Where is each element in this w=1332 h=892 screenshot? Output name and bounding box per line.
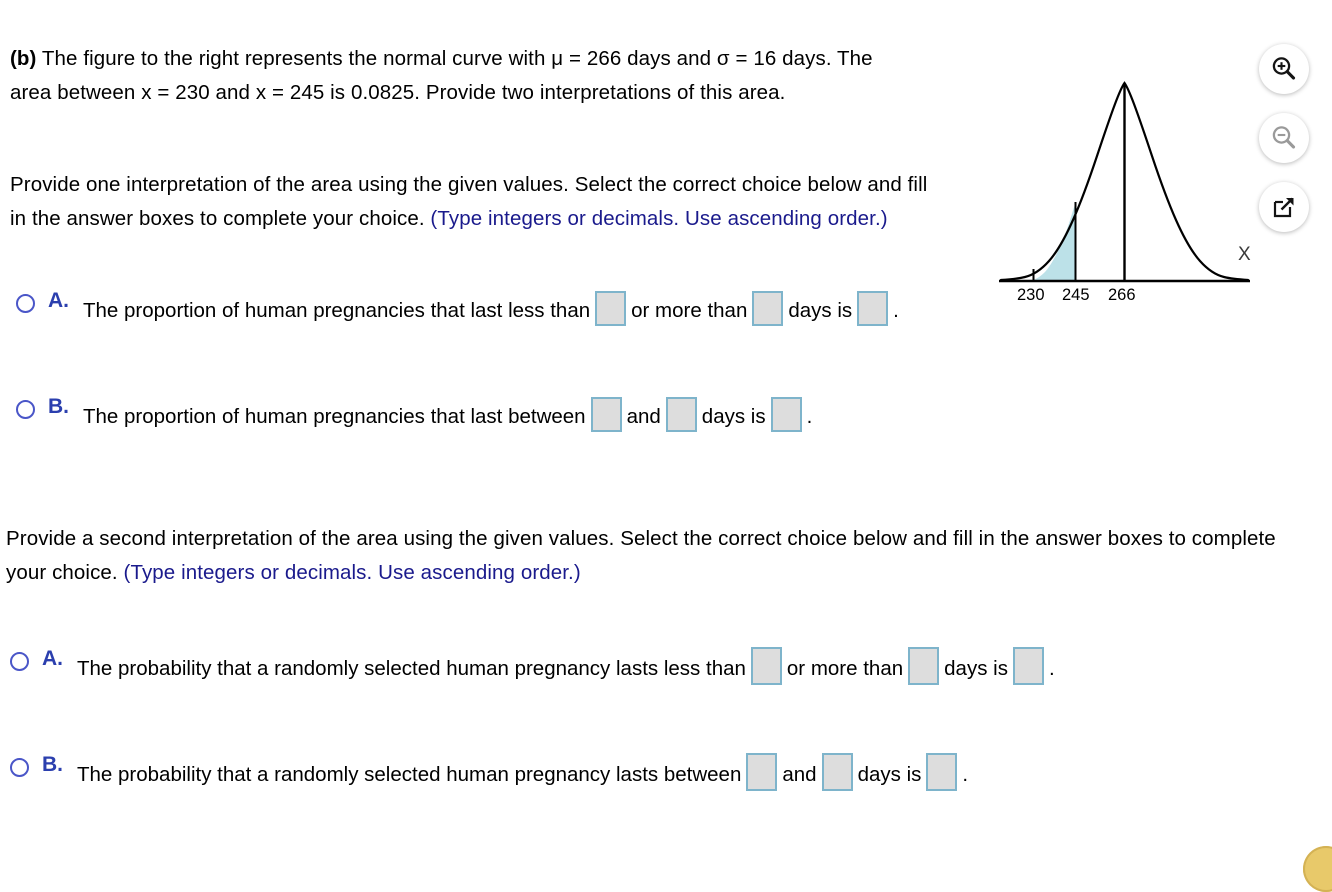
zoom-out-button[interactable]	[1259, 113, 1309, 163]
radio-1-a[interactable]	[16, 294, 35, 313]
radio-2-a[interactable]	[10, 652, 29, 671]
choice-2-b-part2: and	[782, 763, 817, 786]
normal-curve-svg	[999, 81, 1250, 283]
choice-2-b-letter: B.	[42, 753, 63, 776]
answer-box-1b-3[interactable]	[770, 397, 802, 432]
choice-1-a[interactable]: A. The proportion of human pregnancies t…	[16, 288, 976, 333]
choice-2-b-text: The probability that a randomly selected…	[77, 752, 968, 798]
answer-box-2b-3[interactable]	[926, 753, 958, 791]
choice-2-a-text: The probability that a randomly selected…	[77, 646, 1055, 692]
answer-box-2a-1[interactable]	[750, 647, 782, 685]
answer-box-1b-2[interactable]	[665, 397, 697, 432]
choice-1-a-part2: or more than	[631, 299, 748, 322]
choice-2-b-part4: .	[962, 763, 969, 786]
zoom-in-button[interactable]	[1259, 44, 1309, 94]
zoom-in-icon	[1272, 57, 1296, 80]
normal-curve-figure: 230 245 266 X	[995, 62, 1260, 312]
choice-2-a-part3: days is	[944, 657, 1008, 680]
choice-2-a-part4: .	[1048, 657, 1055, 680]
tick-label-266: 266	[1108, 286, 1136, 304]
prompt-one: Provide one interpretation of the area u…	[10, 168, 945, 236]
open-in-new-window-icon	[1273, 197, 1294, 218]
prompt-two: Provide a second interpretation of the a…	[6, 522, 1306, 590]
choice-1-a-part1: The proportion of human pregnancies that…	[83, 299, 591, 322]
tick-label-245: 245	[1062, 286, 1090, 304]
radio-1-b[interactable]	[16, 400, 35, 419]
choice-2-a[interactable]: A. The probability that a randomly selec…	[10, 646, 1320, 692]
open-in-new-window-button[interactable]	[1259, 182, 1309, 232]
zoom-out-icon	[1272, 126, 1296, 149]
choice-1-b-part4: .	[806, 405, 813, 428]
answer-box-1a-1[interactable]	[595, 291, 627, 326]
answer-box-2a-2[interactable]	[908, 647, 940, 685]
choice-1-a-letter: A.	[48, 289, 69, 312]
stem-label: (b)	[10, 47, 37, 70]
choice-2-b-part3: days is	[857, 763, 922, 786]
stem-text: The figure to the right represents the n…	[10, 47, 873, 104]
choice-2-a-part2: or more than	[786, 657, 904, 680]
choice-1-b-part3: days is	[701, 405, 766, 428]
answer-box-1a-2[interactable]	[752, 291, 784, 326]
choice-1-a-text: The proportion of human pregnancies that…	[83, 288, 899, 333]
radio-2-b[interactable]	[10, 758, 29, 777]
prompt-one-note: (Type integers or decimals. Use ascendin…	[430, 207, 888, 230]
choice-1-b[interactable]: B. The proportion of human pregnancies t…	[16, 394, 976, 439]
choice-2-b[interactable]: B. The probability that a randomly selec…	[10, 752, 1320, 798]
choice-1-b-part2: and	[626, 405, 661, 428]
tick-label-230: 230	[1017, 286, 1045, 304]
choice-1-a-part3: days is	[788, 299, 853, 322]
choice-1-a-part4: .	[893, 299, 899, 322]
answer-box-2b-1[interactable]	[746, 753, 778, 791]
choice-2-a-letter: A.	[42, 647, 63, 670]
choice-2-a-part1: The probability that a randomly selected…	[77, 657, 746, 680]
question-stem: (b) The figure to the right represents t…	[10, 42, 910, 110]
answer-box-1b-1[interactable]	[590, 397, 622, 432]
corner-badge-icon	[1303, 846, 1332, 892]
answer-box-2a-3[interactable]	[1012, 647, 1044, 685]
answer-box-1a-3[interactable]	[857, 291, 889, 326]
choice-1-b-part1: The proportion of human pregnancies that…	[83, 405, 586, 428]
choice-1-b-letter: B.	[48, 395, 69, 418]
choice-1-b-text: The proportion of human pregnancies that…	[83, 394, 812, 439]
prompt-two-note: (Type integers or decimals. Use ascendin…	[123, 561, 581, 584]
x-axis-label: X	[1238, 244, 1251, 265]
choice-2-b-part1: The probability that a randomly selected…	[77, 763, 742, 786]
answer-box-2b-2[interactable]	[821, 753, 853, 791]
